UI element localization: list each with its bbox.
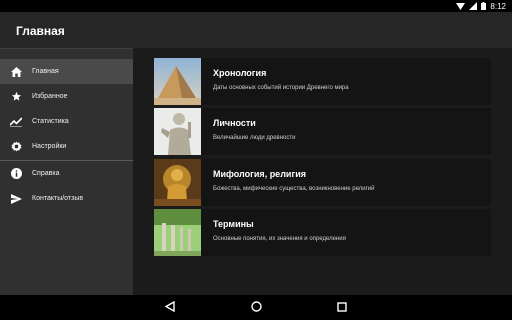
drawer-item-label: Главная: [32, 68, 59, 75]
ruins-image: [154, 209, 201, 256]
status-bar: 8:12: [0, 0, 512, 12]
card-title: Хронология: [213, 68, 267, 78]
drawer-item-statistics[interactable]: Статистика: [0, 109, 133, 134]
card-mythology[interactable]: Мифология, религия Божества, мифические …: [154, 159, 491, 206]
home-icon: [10, 66, 22, 78]
recents-icon: [337, 299, 347, 317]
card-title: Мифология, религия: [213, 169, 306, 179]
status-icons: 8:12: [456, 0, 506, 12]
pyramid-image: [154, 58, 201, 105]
page-title: Главная: [16, 24, 65, 38]
card-chronology[interactable]: Хронология Даты основных событий истории…: [154, 58, 491, 105]
drawer-item-favorites[interactable]: Избранное: [0, 84, 133, 109]
recents-button[interactable]: [335, 301, 349, 315]
system-nav-bar: [0, 295, 512, 320]
status-time: 8:12: [490, 1, 506, 11]
card-subtitle: Величайшие люди древности: [213, 135, 296, 141]
back-icon: [164, 299, 175, 317]
drawer-item-label: Контакты/отзыв: [32, 195, 84, 202]
card-subtitle: Основные понятия, их значения и определе…: [213, 236, 346, 242]
drawer-item-settings[interactable]: Настройки: [0, 134, 133, 159]
card-title: Термины: [213, 219, 254, 229]
card-subtitle: Божества, мифические существа, возникнов…: [213, 186, 375, 192]
deity-image: [154, 159, 201, 206]
drawer-item-label: Избранное: [32, 93, 68, 100]
info-icon: [10, 168, 22, 180]
star-icon: [10, 91, 22, 103]
app-bar: Главная: [0, 12, 512, 48]
card-title: Личности: [213, 118, 256, 128]
drawer-item-label: Справка: [32, 170, 60, 177]
card-terms[interactable]: Термины Основные понятия, их значения и …: [154, 209, 491, 256]
drawer-top-divider: [0, 48, 133, 49]
gear-icon: [10, 141, 22, 153]
card-personalities[interactable]: Личности Величайшие люди древности: [154, 108, 491, 155]
drawer-item-contacts[interactable]: Контакты/отзыв: [0, 186, 133, 211]
drawer-item-home[interactable]: Главная: [0, 59, 133, 84]
statue-image: [154, 108, 201, 155]
back-button[interactable]: [163, 299, 177, 317]
drawer-item-label: Статистика: [32, 118, 69, 125]
card-subtitle: Даты основных событий истории Древнего м…: [213, 85, 349, 91]
send-icon: [10, 193, 22, 205]
home-button[interactable]: [249, 301, 263, 315]
chart-icon: [10, 116, 22, 128]
home-circle-icon: [250, 299, 262, 317]
drawer-item-help[interactable]: Справка: [0, 161, 133, 186]
drawer-item-label: Настройки: [32, 143, 67, 150]
